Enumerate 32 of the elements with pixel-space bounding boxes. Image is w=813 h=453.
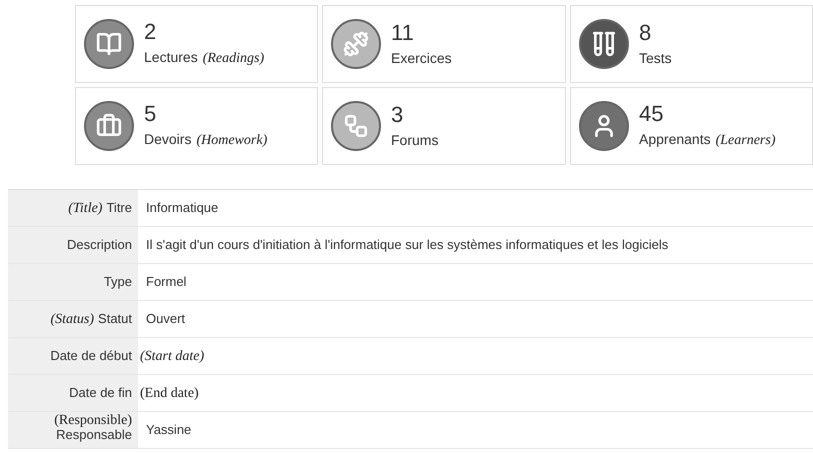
field-value: Il s'agit d'un cours d'initiation à l'informatique sur les systèmes informatiques et les logiciels xyxy=(146,236,668,254)
field-label: Date de début xyxy=(50,348,132,364)
stat-label: Apprenants xyxy=(639,130,711,149)
translation-note: (Homework) xyxy=(196,132,268,150)
field-label: Type xyxy=(104,274,132,290)
field-value: Formel xyxy=(146,273,186,292)
stat-count: 3 xyxy=(391,102,404,128)
field-label: Titre xyxy=(106,200,132,216)
stat-count: 5 xyxy=(144,101,158,127)
translation-note: (Readings) xyxy=(202,50,264,68)
stat-label: Devoirs xyxy=(144,130,192,149)
field-value: Yassine xyxy=(146,421,192,440)
field-label: Statut xyxy=(98,310,132,326)
stat-count: 2 xyxy=(144,19,158,45)
field-value: Ouvert xyxy=(146,310,186,328)
stat-label: Tests xyxy=(639,48,672,68)
field-label: Description xyxy=(66,237,132,253)
translation-note: (Status) xyxy=(50,310,94,328)
stat-label: Exercices xyxy=(391,48,452,68)
translation-note: (Learners) xyxy=(716,132,776,150)
field-label: Date de fin xyxy=(69,385,132,401)
translation-note: (End date) xyxy=(140,386,199,401)
translation-note: (Responsible) xyxy=(54,413,132,428)
stat-count: 11 xyxy=(391,20,415,46)
stat-label: Lectures xyxy=(144,48,198,67)
stat-label: Forums xyxy=(391,130,438,150)
translation-note: (Title) xyxy=(68,200,102,218)
stat-count: 8 xyxy=(639,20,652,46)
stat-count: 45 xyxy=(639,101,664,127)
field-value: Informatique xyxy=(146,199,218,218)
translation-note: (Start date) xyxy=(140,349,204,364)
field-label: Responsable xyxy=(56,427,132,443)
